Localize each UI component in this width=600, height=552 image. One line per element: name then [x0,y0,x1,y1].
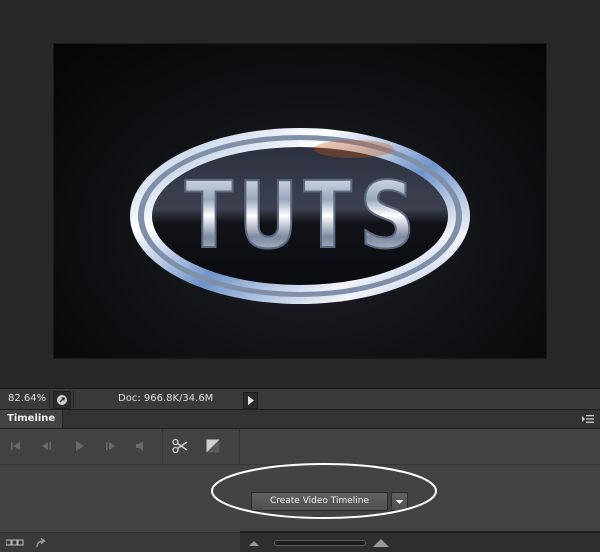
tuts-logo-text: TUTS [181,162,419,269]
large-mountain-icon[interactable] [372,536,390,548]
footer-icons [6,537,46,548]
timeline-zoom-area [240,531,600,552]
share-button[interactable] [53,391,71,409]
doc-size-info: Doc: 966.8K/34.6M [118,393,214,404]
render-arrow-icon[interactable] [36,537,46,548]
split-at-playhead-icon[interactable] [171,437,189,455]
zoom-level[interactable]: 82.64% [8,393,46,404]
audio-icon[interactable] [131,437,149,455]
tab-timeline[interactable]: Timeline [0,410,64,428]
status-divider [73,391,74,408]
timeline-scrollbar[interactable] [240,531,600,533]
play-icon[interactable] [70,437,88,455]
transition-icon[interactable] [204,437,222,455]
timeline-footer [0,531,600,552]
timeline-controls [0,429,600,465]
status-bar: 82.64% Doc: 966.8K/34.6M [0,388,600,410]
panel-menu-icon[interactable] [581,413,595,425]
timeline-zoom-slider[interactable] [274,540,366,546]
previous-frame-icon[interactable] [38,437,56,455]
toolbar-divider [239,429,240,464]
panel-tabbar: Timeline [0,410,600,429]
triangle-right-icon [248,396,254,405]
timeline-panel: Timeline Create Video Timeline [0,409,600,552]
status-menu-button[interactable] [243,392,258,409]
tuts-logo-artwork: TUTS [130,128,470,304]
frame-mode-icon[interactable] [6,539,24,546]
next-frame-icon[interactable] [101,437,119,455]
toolbar-divider [162,429,163,464]
small-mountain-icon[interactable] [248,538,260,547]
canvas-area: TUTS [0,0,600,388]
highlight-ellipse-annotation [211,463,437,519]
document-canvas[interactable]: TUTS [54,44,546,358]
go-to-first-frame-icon[interactable] [7,437,25,455]
status-divider [49,391,50,408]
share-icon [57,395,67,405]
